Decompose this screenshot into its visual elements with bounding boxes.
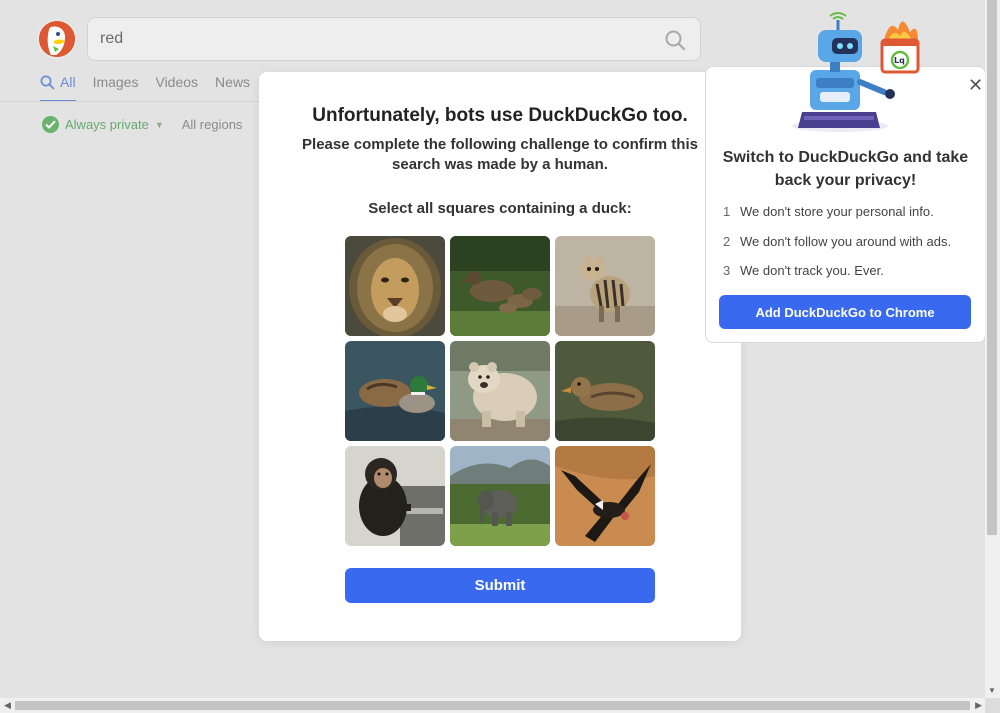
list-item-number: 1	[723, 204, 731, 219]
list-item-text: We don't track you. Ever.	[740, 263, 884, 278]
scroll-right-arrow-icon[interactable]: ▶	[975, 700, 982, 711]
list-item: 2 We don't follow you around with ads.	[723, 234, 951, 264]
list-item-number: 3	[723, 263, 731, 278]
scrollbar-thumb[interactable]	[15, 701, 970, 710]
tab-news[interactable]: News	[215, 74, 250, 102]
challenge-tile-ducks-on-grass[interactable]	[450, 236, 550, 336]
dialog-title: Unfortunately, bots use DuckDuckGo too.	[312, 105, 688, 126]
chevron-down-icon[interactable]: ▼	[155, 120, 164, 130]
lion-icon	[345, 236, 445, 336]
duck-icon	[450, 236, 550, 336]
horizontal-scrollbar[interactable]: ◀ ▶	[0, 698, 985, 713]
search-tabs: All Images Videos News	[40, 74, 267, 102]
region-dropdown[interactable]: All regions	[182, 117, 243, 132]
scroll-left-arrow-icon[interactable]: ◀	[4, 700, 11, 711]
challenge-instruction: Select all squares containing a duck:	[368, 200, 632, 217]
tab-all[interactable]: All	[40, 74, 76, 102]
challenge-tile-condor[interactable]	[555, 446, 655, 546]
tab-videos[interactable]: Videos	[155, 74, 198, 102]
search-filters: Always private ▼ All regions	[42, 116, 242, 133]
promo-benefits-list: 1 We don't store your personal info. 2 W…	[723, 204, 951, 293]
challenge-tile-female-mallard[interactable]	[555, 341, 655, 441]
duck-icon	[555, 341, 655, 441]
duckduckgo-logo[interactable]	[37, 19, 77, 59]
challenge-tile-bear[interactable]	[450, 341, 550, 441]
search-icon	[40, 75, 55, 90]
challenge-tile-elephant[interactable]	[450, 446, 550, 546]
tab-label: News	[215, 74, 251, 90]
elephant-icon	[450, 446, 550, 546]
chimp-icon	[345, 446, 445, 546]
scrollbar-corner	[985, 698, 1000, 713]
svg-text:Lq: Lq	[894, 56, 905, 65]
aardwolf-icon	[555, 236, 655, 336]
challenge-tile-aardwolf[interactable]	[555, 236, 655, 336]
tab-images[interactable]: Images	[93, 74, 139, 102]
condor-icon	[555, 446, 655, 546]
challenge-tile-lion[interactable]	[345, 236, 445, 336]
vertical-scrollbar[interactable]: ▼	[985, 0, 1000, 698]
duck-icon	[345, 341, 445, 441]
search-input[interactable]: red	[87, 17, 701, 61]
search-icon[interactable]	[664, 29, 686, 51]
bot-challenge-dialog: Unfortunately, bots use DuckDuckGo too. …	[259, 72, 741, 641]
check-circle-icon	[42, 116, 59, 133]
list-item-text: We don't follow you around with ads.	[740, 233, 952, 249]
list-item: 1 We don't store your personal info.	[723, 204, 951, 234]
tab-label: Videos	[155, 74, 199, 90]
list-item-text: We don't store your personal info.	[740, 204, 934, 219]
search-query-text: red	[100, 30, 124, 47]
scrollbar-thumb[interactable]	[987, 0, 997, 535]
tab-label: Images	[92, 74, 139, 90]
list-item-number: 2	[723, 233, 731, 249]
submit-button[interactable]: Submit	[345, 568, 655, 603]
duck-logo-icon	[39, 21, 75, 57]
add-to-chrome-button[interactable]: Add DuckDuckGo to Chrome	[719, 295, 971, 329]
tab-label: All	[60, 74, 76, 90]
close-icon[interactable]: ✕	[968, 76, 983, 94]
challenge-tile-mallard-duck[interactable]	[345, 341, 445, 441]
dialog-description: Please complete the following challenge …	[302, 136, 698, 173]
privacy-dropdown[interactable]: Always private	[65, 117, 149, 132]
robot-illustration-icon: Lq	[792, 12, 920, 132]
challenge-tile-chimpanzee[interactable]	[345, 446, 445, 546]
promo-title: Switch to DuckDuckGo and take back your …	[722, 149, 969, 189]
challenge-image-grid	[345, 236, 655, 546]
scroll-down-arrow-icon[interactable]: ▼	[988, 686, 996, 695]
bear-icon	[450, 341, 550, 441]
list-item: 3 We don't track you. Ever.	[723, 263, 951, 293]
